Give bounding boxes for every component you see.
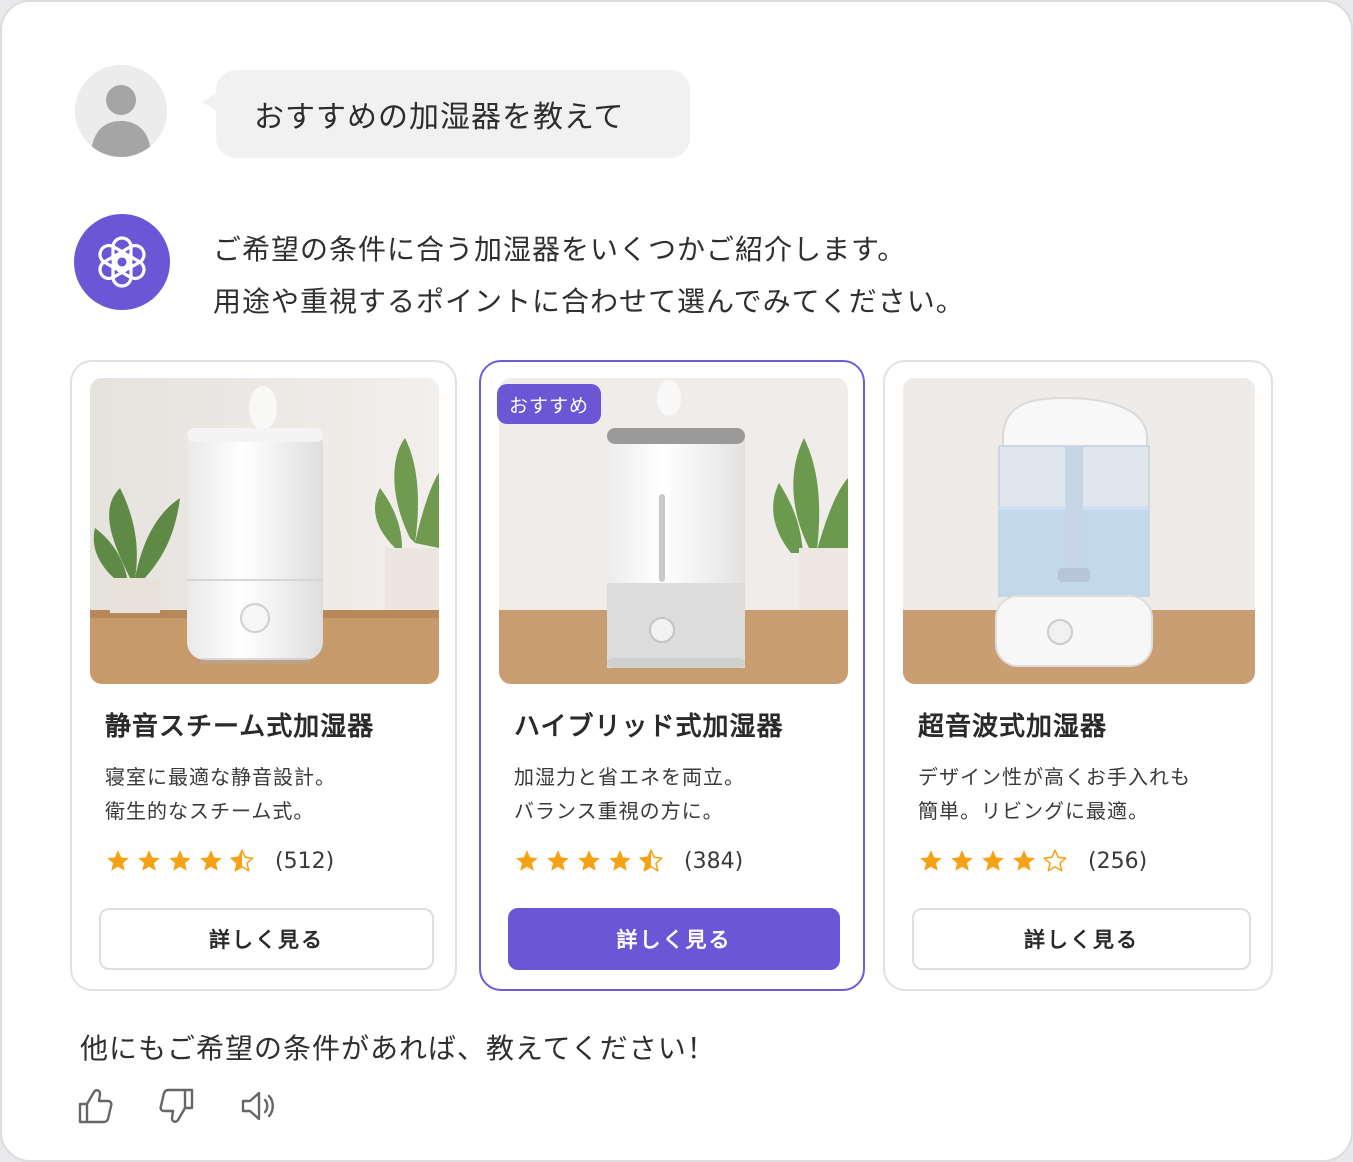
star-rating [918, 848, 1068, 874]
rating-count: (256) [1088, 848, 1148, 874]
product-description-line: 加湿力と省エネを両立。 [514, 765, 745, 789]
product-description-line: デザイン性が高くお手入れも [918, 765, 1191, 789]
product-image-steam [90, 378, 439, 684]
product-title: ハイブリッド式加湿器 [514, 712, 784, 742]
thumbs-up-icon[interactable] [76, 1086, 114, 1126]
chat-window: おすすめの加湿器を教えて ご希望の条件に合う加湿器をいくつかご紹介します。 用途… [0, 0, 1353, 1162]
product-card-steam: 静音スチーム式加湿器 寝室に最適な静音設計。 衛生的なスチーム式。 (512) … [70, 360, 457, 991]
rating-count: (384) [684, 848, 744, 874]
product-card-hybrid: おすすめ ハイブリッド式加湿器 加湿力と省エネを両立。 バランス重視の方に。 (… [479, 360, 865, 991]
product-rating: (512) [105, 848, 334, 874]
product-description-line: 簡単。リビングに最適。 [918, 799, 1149, 823]
star-full-icon [609, 850, 631, 871]
product-description: 加湿力と省エネを両立。 バランス重視の方に。 [514, 760, 745, 828]
openai-logo-icon [98, 236, 146, 288]
speaker-icon[interactable] [240, 1086, 278, 1126]
product-description: 寝室に最適な静音設計。 衛生的なスチーム式。 [105, 760, 336, 828]
user-message-bubble: おすすめの加湿器を教えて [202, 70, 690, 158]
intro-line-2: 用途や重視するポイントに合わせて選んでみてください。 [213, 285, 965, 318]
star-full-icon [920, 850, 942, 871]
star-rating [514, 848, 664, 874]
intro-line-1: ご希望の条件に合う加湿器をいくつかご紹介します。 [213, 233, 907, 266]
user-message-text: おすすめの加湿器を教えて [254, 100, 625, 135]
star-full-icon [1013, 850, 1035, 871]
star-full-icon [200, 850, 222, 871]
star-rating [105, 848, 255, 874]
user-avatar [75, 65, 167, 157]
product-title: 静音スチーム式加湿器 [105, 712, 375, 742]
product-rating: (384) [514, 848, 743, 874]
product-description: デザイン性が高くお手入れも 簡単。リビングに最適。 [918, 760, 1191, 828]
product-rating: (256) [918, 848, 1147, 874]
thumbs-down-icon[interactable] [158, 1086, 196, 1126]
message-actions [76, 1086, 278, 1126]
star-full-icon [982, 850, 1004, 871]
product-description-line: 寝室に最適な静音設計。 [105, 765, 336, 789]
star-full-icon [547, 850, 569, 871]
assistant-followup-text: 他にもご希望の条件があれば、教えてください！ [80, 1032, 716, 1065]
star-full-icon [169, 850, 191, 871]
star-full-icon [107, 850, 129, 871]
user-silhouette-icon [91, 85, 151, 157]
star-half-icon [230, 849, 254, 872]
product-image-ultrasonic [903, 378, 1255, 684]
star-full-icon [578, 850, 600, 871]
star-empty-icon [1043, 849, 1067, 872]
star-full-icon [516, 850, 538, 871]
recommended-badge: おすすめ [497, 384, 602, 424]
rating-count: (512) [275, 848, 335, 874]
star-full-icon [951, 850, 973, 871]
product-description-line: バランス重視の方に。 [514, 799, 724, 823]
assistant-avatar [74, 214, 170, 310]
details-button[interactable]: 詳しく見る [99, 908, 434, 970]
product-title: 超音波式加湿器 [918, 712, 1108, 742]
star-full-icon [138, 850, 160, 871]
details-button[interactable]: 詳しく見る [912, 908, 1251, 970]
star-half-icon [639, 849, 663, 872]
product-description-line: 衛生的なスチーム式。 [105, 799, 315, 823]
assistant-intro: ご希望の条件に合う加湿器をいくつかご紹介します。 用途や重視するポイントに合わせ… [213, 224, 1213, 328]
details-button[interactable]: 詳しく見る [508, 908, 840, 970]
product-card-ultrasonic: 超音波式加湿器 デザイン性が高くお手入れも 簡単。リビングに最適。 (256) … [883, 360, 1273, 991]
